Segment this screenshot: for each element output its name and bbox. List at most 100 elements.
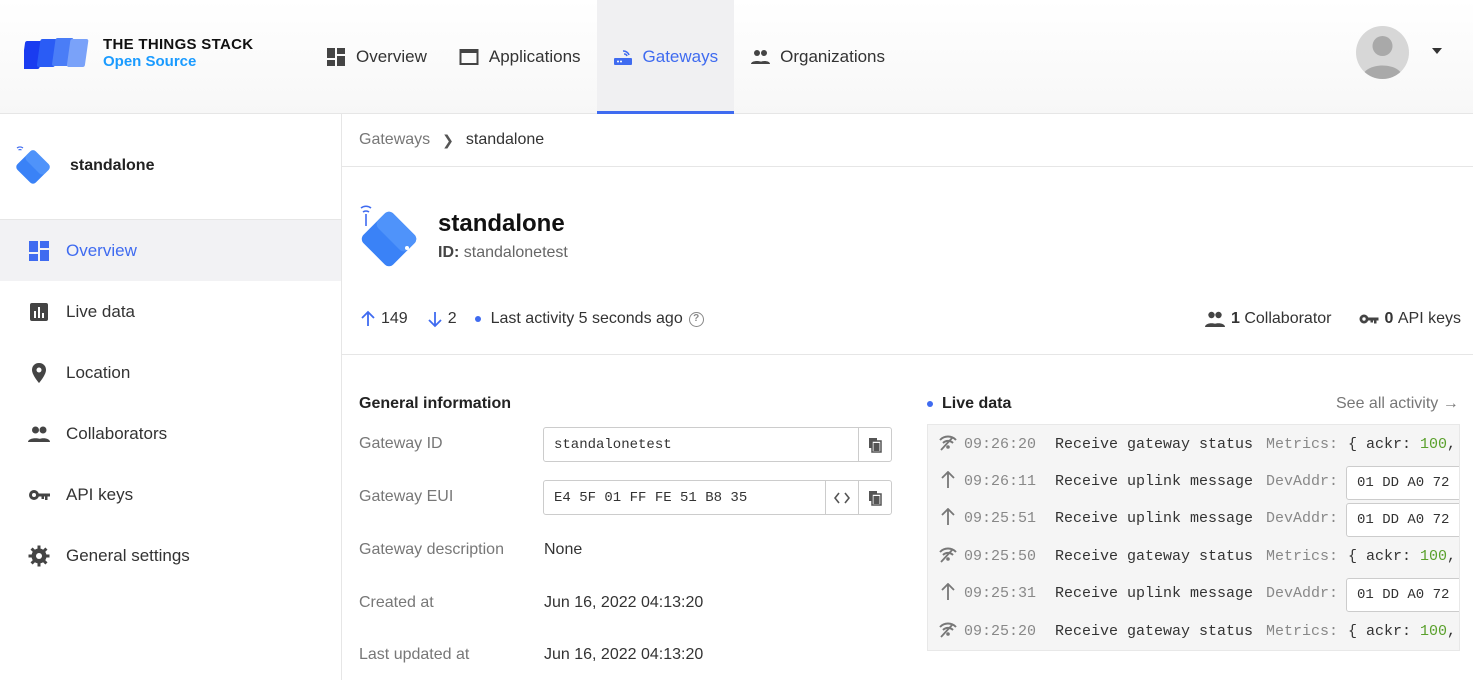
devaddr-box[interactable]: 01 DD A0 72 xyxy=(1346,466,1459,500)
chevron-down-icon[interactable] xyxy=(1432,48,1442,54)
event-value: 01 DD A0 72 xyxy=(1357,475,1450,491)
gateway-status-icon xyxy=(939,622,957,638)
event-key: DevAddr: xyxy=(1266,473,1339,490)
event-key: DevAddr: xyxy=(1266,585,1339,602)
created-value: Jun 16, 2022 04:13:20 xyxy=(544,594,704,611)
people-icon xyxy=(751,49,771,64)
updated-label: Last updated at xyxy=(359,646,470,663)
event-time: 09:26:20 xyxy=(964,436,1037,453)
top-header: THE THINGS STACK Open Source Overview Ap… xyxy=(0,0,1473,114)
devaddr-box[interactable]: 01 DD A0 72 xyxy=(1346,578,1459,612)
event-key: Metrics: xyxy=(1266,436,1339,453)
main-content: Gateways ❯ standalone standalone ID: sta… xyxy=(342,114,1473,680)
live-data-title-text: Live data xyxy=(942,395,1012,412)
event-value-prefix: { ackr: xyxy=(1348,548,1421,565)
nav-applications[interactable]: Applications xyxy=(443,0,597,113)
nav-applications-label: Applications xyxy=(488,46,581,66)
collaborators-count: 1 xyxy=(1230,310,1240,327)
event-value-number: 100 xyxy=(1420,436,1448,453)
gateway-eui-label: Gateway EUI xyxy=(359,488,454,505)
general-info-title: General information xyxy=(359,395,512,412)
gateway-id-label: Gateway ID xyxy=(359,435,443,452)
chart-icon xyxy=(30,302,48,321)
api-keys-count: 0 xyxy=(1384,310,1394,327)
arrow-up-icon xyxy=(941,508,955,525)
copy-icon xyxy=(869,490,882,506)
uplink-count-value: 149 xyxy=(381,310,408,327)
gateway-id-field-value: standalonetest xyxy=(554,437,672,453)
sidebar-item-label: Overview xyxy=(66,240,137,260)
window-icon xyxy=(459,48,479,65)
sidebar-item-overview[interactable]: Overview xyxy=(0,220,341,281)
api-keys-label: API keys xyxy=(1397,310,1461,327)
last-activity: Last activity 5 seconds ago ? xyxy=(474,310,704,328)
traffic-stats: 149 2 Last activity 5 seconds ago ? xyxy=(359,310,722,328)
see-all-activity-link[interactable]: See all activity → xyxy=(1336,395,1459,413)
event-value-number: 100 xyxy=(1420,548,1448,565)
sidebar-item-api-keys[interactable]: API keys xyxy=(0,464,341,525)
toggle-format-button[interactable] xyxy=(825,481,858,514)
help-icon[interactable]: ? xyxy=(688,311,704,327)
event-value-prefix: { ackr: xyxy=(1348,436,1421,453)
nav-gateways[interactable]: Gateways xyxy=(596,0,735,114)
people-icon xyxy=(1204,311,1225,327)
nav-overview[interactable]: Overview xyxy=(310,0,443,113)
sidebar-item-live-data[interactable]: Live data xyxy=(0,281,341,342)
sidebar-item-label: General settings xyxy=(66,545,190,565)
gateway-icon xyxy=(16,146,50,184)
sidebar-header: standalone xyxy=(0,114,341,220)
event-value: { ackr: 100, xyxy=(1348,548,1456,565)
event-value: { ackr: 100, xyxy=(1348,436,1456,453)
collaborators-stat[interactable]: 1 Collaborator xyxy=(1204,310,1332,328)
event-row[interactable]: 09:26:20 Receive gateway status Metrics:… xyxy=(928,425,1459,462)
breadcrumb-gateways[interactable]: Gateways xyxy=(359,131,430,149)
event-key: DevAddr: xyxy=(1266,510,1339,527)
arrow-up-icon xyxy=(941,583,955,600)
key-icon xyxy=(1359,314,1378,324)
router-icon xyxy=(613,49,632,65)
event-row[interactable]: 09:25:20 Receive gateway status Metrics:… xyxy=(928,612,1459,649)
copy-button[interactable] xyxy=(858,428,891,461)
gateway-eui-field[interactable]: E4 5F 01 FF FE 51 B8 35 xyxy=(543,480,892,515)
sidebar-gateway-name: standalone xyxy=(70,157,155,174)
chevron-right-icon: ❯ xyxy=(442,131,454,148)
nav-organizations-label: Organizations xyxy=(780,46,886,66)
person-icon xyxy=(1362,36,1403,79)
event-message: Receive gateway status xyxy=(1055,623,1254,640)
event-row[interactable]: 09:25:51 Receive uplink message DevAddr:… xyxy=(928,499,1459,537)
gateway-status-icon xyxy=(939,547,957,563)
event-time: 09:26:11 xyxy=(964,473,1037,490)
event-value-suffix: , xyxy=(1447,623,1457,640)
user-avatar[interactable] xyxy=(1356,26,1409,79)
arrow-up-icon xyxy=(361,310,375,326)
brand-title: THE THINGS STACK xyxy=(103,36,254,53)
event-time: 09:25:50 xyxy=(964,548,1037,565)
event-row[interactable]: 09:25:50 Receive gateway status Metrics:… xyxy=(928,537,1459,574)
event-value-suffix: , xyxy=(1447,436,1457,453)
event-message: Receive gateway status xyxy=(1055,436,1254,453)
sidebar-item-general-settings[interactable]: General settings xyxy=(0,525,341,586)
gateway-id-prefix: ID: xyxy=(438,244,460,261)
event-key: Metrics: xyxy=(1266,623,1339,640)
live-data-feed[interactable]: 09:26:20 Receive gateway status Metrics:… xyxy=(927,424,1460,651)
event-value: 01 DD A0 72 xyxy=(1357,587,1450,603)
nav-organizations[interactable]: Organizations xyxy=(734,0,901,113)
arrow-up-icon xyxy=(941,471,955,488)
api-keys-stat[interactable]: 0 API keys xyxy=(1358,310,1461,328)
copy-button[interactable] xyxy=(858,481,891,514)
sidebar-item-label: API keys xyxy=(66,484,134,504)
sidebar-item-collaborators[interactable]: Collaborators xyxy=(0,403,341,464)
event-row[interactable]: 09:25:31 Receive uplink message DevAddr:… xyxy=(928,574,1459,612)
key-icon xyxy=(29,489,50,500)
live-data-title: Live data xyxy=(927,395,1011,413)
sidebar-item-location[interactable]: Location xyxy=(0,342,341,403)
devaddr-box[interactable]: 01 DD A0 72 xyxy=(1346,503,1459,537)
event-row[interactable]: 09:26:11 Receive uplink message DevAddr:… xyxy=(928,462,1459,500)
gear-icon xyxy=(28,545,50,566)
brand-logo[interactable]: THE THINGS STACK Open Source xyxy=(24,34,264,74)
stack-logo-icon xyxy=(24,38,89,69)
page-title: standalone xyxy=(438,210,565,237)
collaborators-label: Collaborator xyxy=(1244,310,1332,327)
gateway-id-field[interactable]: standalonetest xyxy=(543,427,892,462)
event-value-number: 100 xyxy=(1420,623,1448,640)
